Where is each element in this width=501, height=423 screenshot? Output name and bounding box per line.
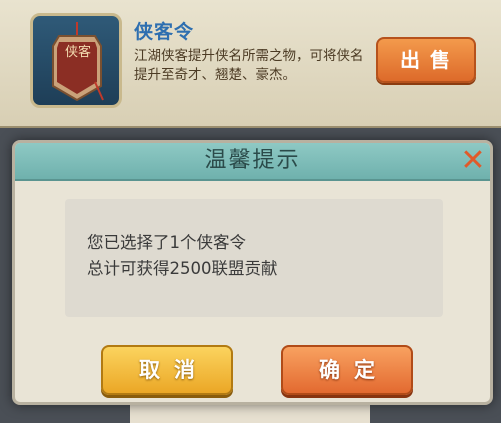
item-card: 侠客 侠客令 江湖侠客提升侠名所需之物，可将侠名提升至奇才、翘楚、豪杰。 出售 [0, 0, 501, 128]
confirm-dialog: 温馨提示 ✕ 您已选择了1个侠客令 总计可获得2500联盟贡献 取消 确定 [12, 140, 493, 405]
confirm-button[interactable]: 确定 [281, 345, 413, 395]
sell-button[interactable]: 出售 [376, 37, 476, 83]
item-icon[interactable]: 侠客 [30, 13, 122, 108]
cancel-button[interactable]: 取消 [101, 345, 233, 395]
item-name: 侠客令 [134, 21, 195, 43]
message-box: 您已选择了1个侠客令 总计可获得2500联盟贡献 [65, 199, 443, 317]
token-icon [52, 22, 104, 102]
message-line-reward: 总计可获得2500联盟贡献 [87, 259, 278, 278]
dialog-header: 温馨提示 ✕ [15, 143, 490, 181]
item-description: 江湖侠客提升侠名所需之物，可将侠名提升至奇才、翘楚、豪杰。 [134, 48, 364, 83]
dialog-title: 温馨提示 [204, 148, 301, 173]
token-glyph: 侠客 [64, 45, 91, 60]
close-icon[interactable]: ✕ [459, 146, 487, 176]
message-line-selected: 您已选择了1个侠客令 [87, 233, 246, 252]
